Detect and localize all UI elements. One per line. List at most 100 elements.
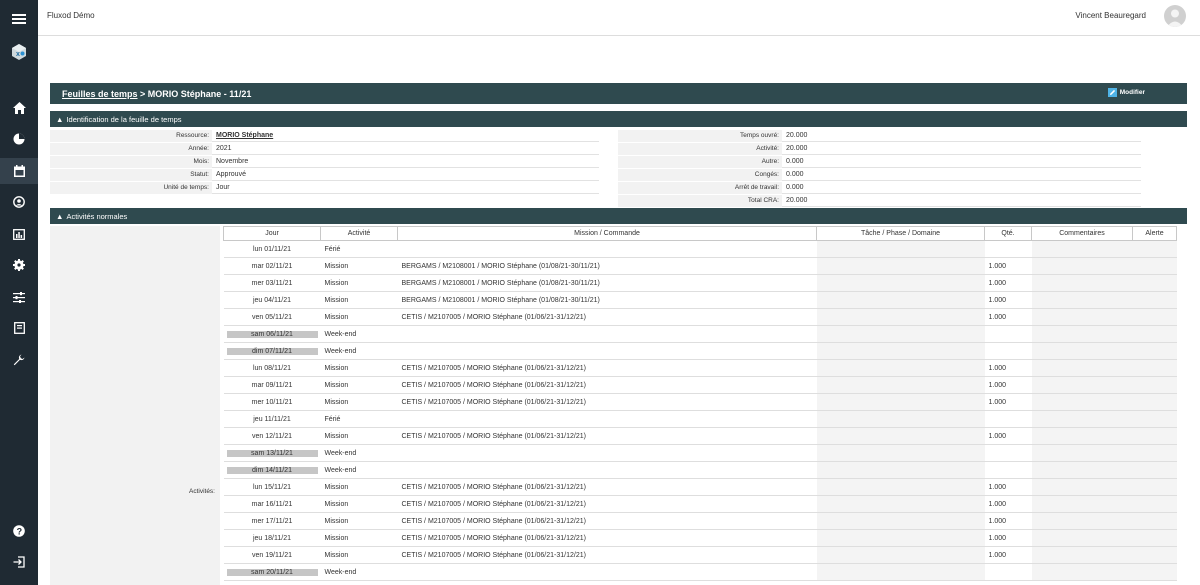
cell-day: mar 02/11/21 <box>223 257 321 275</box>
cell-mission <box>397 563 817 581</box>
field-label: Statut: <box>50 169 212 181</box>
cell-comments <box>1031 291 1133 309</box>
cell-mission: BERGAMS / M2108001 / MORIO Stéphane (01/… <box>397 257 817 275</box>
cell-activity: Mission <box>320 478 398 496</box>
cell-activity: Mission <box>320 393 398 411</box>
home-icon[interactable] <box>0 95 38 121</box>
cell-comments <box>1031 359 1133 377</box>
weekend-day: sam 13/11/21 <box>226 449 318 457</box>
cell-activity: Mission <box>320 546 398 564</box>
cell-alert <box>1132 325 1177 343</box>
cell-comments <box>1031 308 1133 326</box>
cell-day: sam 06/11/21 <box>223 325 321 343</box>
field-label: Temps ouvré: <box>618 130 782 142</box>
pie-chart-icon[interactable] <box>0 126 38 152</box>
table-row[interactable]: jeu 11/11/21 Férié <box>223 410 1177 428</box>
breadcrumb: Feuilles de temps > MORIO Stéphane - 11/… <box>62 89 251 99</box>
resource-link[interactable]: MORIO Stéphane <box>216 132 273 139</box>
field-label: Activité: <box>618 143 782 155</box>
cell-activity: Week-end <box>320 325 398 343</box>
table-row[interactable]: lun 01/11/21 Férié <box>223 240 1177 258</box>
activities-label-column: Activités: <box>50 226 220 585</box>
sliders-icon[interactable] <box>0 284 38 310</box>
cell-alert <box>1132 461 1177 479</box>
modify-button[interactable]: Modifier <box>1107 88 1145 97</box>
section-identification[interactable]: ▲ Identification de la feuille de temps <box>50 111 1187 127</box>
field-value: 0.000 <box>782 182 1141 194</box>
cell-quantity: 1.000 <box>984 495 1032 513</box>
cell-activity: Mission <box>320 308 398 326</box>
cell-activity: Mission <box>320 529 398 547</box>
user-name[interactable]: Vincent Beauregard <box>1075 11 1146 20</box>
field-value: 0.000 <box>782 156 1141 168</box>
svg-text:?: ? <box>17 526 23 536</box>
table-row[interactable]: lun 08/11/21 Mission CETIS / M2107005 / MO… <box>223 359 1177 377</box>
section-activities[interactable]: ▲ Activités normales <box>50 208 1187 224</box>
table-row[interactable]: jeu 18/11/21 Mission CETIS / M2107005 / MO… <box>223 529 1177 547</box>
table-row[interactable]: sam 06/11/21 Week-end <box>223 325 1177 343</box>
help-icon[interactable]: ? <box>0 518 38 544</box>
cell-alert <box>1132 376 1177 394</box>
bar-chart-icon[interactable] <box>0 221 38 247</box>
field-label: Unité de temps: <box>50 182 212 194</box>
table-row[interactable]: dim 14/11/21 Week-end <box>223 461 1177 479</box>
cell-day: dim 07/11/21 <box>223 342 321 360</box>
table-row[interactable]: sam 20/11/21 Week-end <box>223 563 1177 581</box>
cell-comments <box>1031 240 1133 258</box>
cell-quantity: 1.000 <box>984 427 1032 445</box>
table-row[interactable]: lun 15/11/21 Mission CETIS / M2107005 / MO… <box>223 478 1177 496</box>
field-value: 20.000 <box>782 130 1141 142</box>
cell-alert <box>1132 308 1177 326</box>
user-icon[interactable] <box>0 189 38 215</box>
cell-task <box>816 240 985 258</box>
cell-quantity: 1.000 <box>984 546 1032 564</box>
weekend-day: dim 07/11/21 <box>226 347 318 355</box>
table-row[interactable]: mer 17/11/21 Mission CETIS / M2107005 / MO… <box>223 512 1177 530</box>
breadcrumb-link-timesheets[interactable]: Feuilles de temps <box>62 89 138 99</box>
cell-day: sam 13/11/21 <box>223 444 321 462</box>
field-total-cra: Total CRA: 20.000 <box>618 195 1141 207</box>
cell-activity: Week-end <box>320 563 398 581</box>
gear-icon[interactable] <box>0 252 38 278</box>
book-icon[interactable] <box>0 315 38 341</box>
cell-day: mer 17/11/21 <box>223 512 321 530</box>
table-row[interactable]: mar 02/11/21 Mission BERGAMS / M2108001 / … <box>223 257 1177 275</box>
table-row[interactable]: dim 07/11/21 Week-end <box>223 342 1177 360</box>
table-row[interactable]: ven 12/11/21 Mission CETIS / M2107005 / MO… <box>223 427 1177 445</box>
cell-task <box>816 359 985 377</box>
cell-task <box>816 291 985 309</box>
cell-mission: BERGAMS / M2108001 / MORIO Stéphane (01/… <box>397 274 817 292</box>
table-row[interactable]: mar 09/11/21 Mission CETIS / M2107005 / MO… <box>223 376 1177 394</box>
cell-mission: CETIS / M2107005 / MORIO Stéphane (01/06… <box>397 376 817 394</box>
logout-icon[interactable] <box>0 549 38 575</box>
cell-day: lun 01/11/21 <box>223 240 321 258</box>
table-row[interactable]: sam 13/11/21 Week-end <box>223 444 1177 462</box>
table-row[interactable]: jeu 04/11/21 Mission BERGAMS / M2108001 / … <box>223 291 1177 309</box>
cell-task <box>816 308 985 326</box>
cell-day: ven 19/11/21 <box>223 546 321 564</box>
cell-task <box>816 478 985 496</box>
cell-mission: CETIS / M2107005 / MORIO Stéphane (01/06… <box>397 427 817 445</box>
cell-activity: Mission <box>320 257 398 275</box>
calendar-icon[interactable] <box>0 158 38 184</box>
wrench-icon[interactable] <box>0 347 38 373</box>
logo-icon[interactable]: x <box>0 39 38 65</box>
cell-alert <box>1132 563 1177 581</box>
menu-icon[interactable] <box>0 6 38 32</box>
avatar[interactable] <box>1164 5 1186 27</box>
table-row[interactable]: mer 10/11/21 Mission CETIS / M2107005 / MO… <box>223 393 1177 411</box>
sidebar: x ? <box>0 0 38 585</box>
day-label: lun 15/11/21 <box>252 483 291 491</box>
table-row[interactable]: mar 16/11/21 Mission CETIS / M2107005 / MO… <box>223 495 1177 513</box>
cell-task <box>816 546 985 564</box>
table-row[interactable]: mer 03/11/21 Mission BERGAMS / M2108001 / … <box>223 274 1177 292</box>
cell-quantity: 1.000 <box>984 393 1032 411</box>
cell-quantity <box>984 325 1032 343</box>
cell-task <box>816 461 985 479</box>
day-label: ven 05/11/21 <box>252 313 292 321</box>
activities-table: Jour Activité Mission / Commande Tâche /… <box>223 226 1177 581</box>
table-row[interactable]: ven 19/11/21 Mission CETIS / M2107005 / MO… <box>223 546 1177 564</box>
table-row[interactable]: ven 05/11/21 Mission CETIS / M2107005 / MO… <box>223 308 1177 326</box>
cell-task <box>816 325 985 343</box>
day-label: jeu 18/11/21 <box>252 534 291 542</box>
